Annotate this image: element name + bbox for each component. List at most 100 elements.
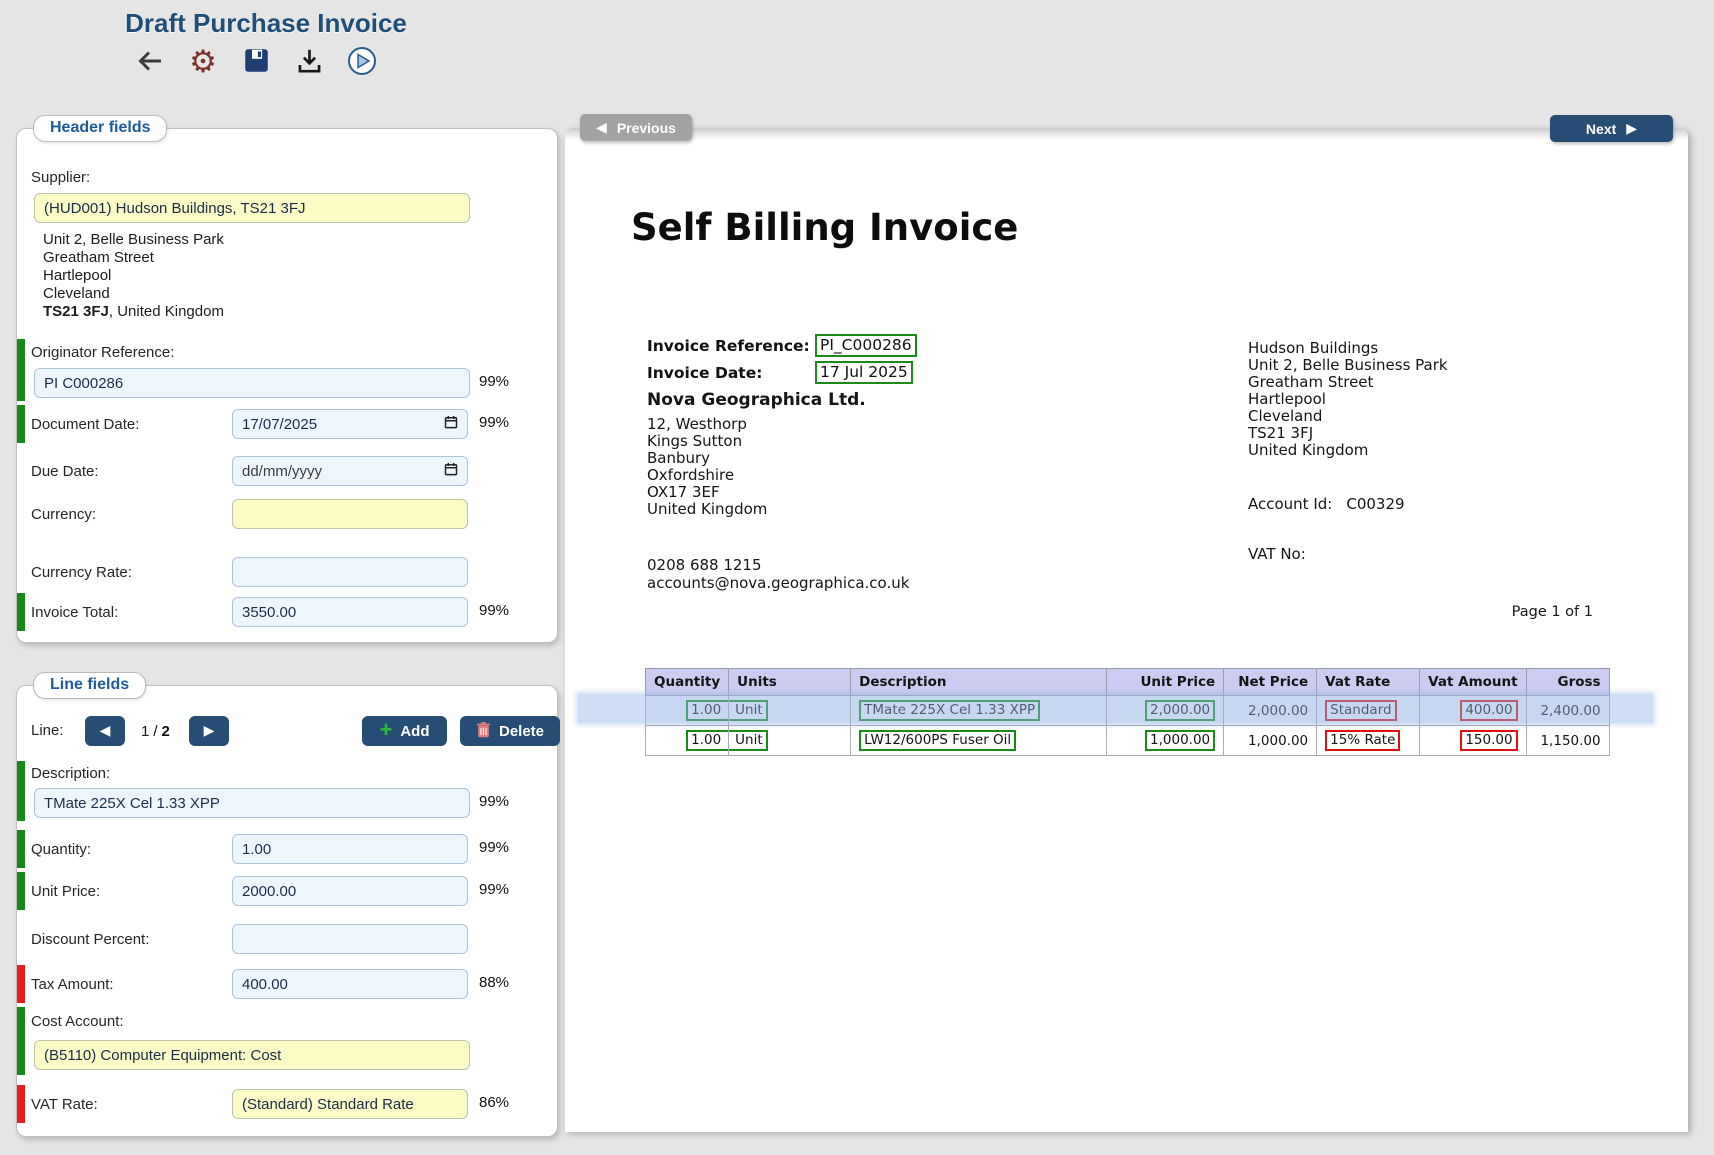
doc-table-header-quantity: Quantity [646, 669, 729, 696]
quantity-label: Quantity: [31, 830, 91, 868]
currency-label: Currency: [31, 495, 96, 533]
previous-page-button[interactable]: ◀ Previous [580, 114, 692, 141]
currency-input[interactable] [232, 499, 468, 529]
tax-amount-label: Tax Amount: [31, 965, 114, 1003]
doc-table-cell-vat_rate: Standard [1317, 696, 1420, 726]
description-input[interactable]: TMate 225X Cel 1.33 XPP [34, 788, 470, 818]
doc-table-row[interactable]: 1.00Unit TMate 225X Cel 1.33 XPP 2,000.00 2… [646, 696, 1610, 726]
ocr-box-red[interactable]: 150.00 [1460, 730, 1517, 751]
discount-percent-label: Discount Percent: [31, 920, 149, 958]
supplier-name: Nova Geographica Ltd. [647, 390, 866, 410]
ocr-box-green[interactable]: 1.00 [686, 700, 728, 721]
supplier-address: Unit 2, Belle Business Park Greatham Str… [43, 231, 224, 321]
ocr-box-green[interactable]: TMate 225X Cel 1.33 XPP [859, 700, 1040, 721]
cost-account-input[interactable]: (B5110) Computer Equipment: Cost [34, 1040, 470, 1070]
ocr-box-invoice-date[interactable]: 17 Jul 2025 [815, 361, 913, 384]
calendar-icon[interactable] [444, 415, 458, 433]
description-label: Description: [31, 765, 110, 782]
doc-table-cell-quantity: 1.00 [646, 726, 729, 756]
doc-table-header-unit_price: Unit Price [1107, 669, 1224, 696]
doc-table-cell-description: LW12/600PS Fuser Oil [851, 726, 1107, 756]
settings-gear-icon: ⚙ [189, 47, 217, 78]
header-fields-panel: Header fields Supplier: (HUD001) Hudson … [16, 128, 558, 643]
document-date-label: Document Date: [31, 405, 139, 443]
confidence-value: 99% [479, 881, 509, 898]
doc-table-header-vat_amount: Vat Amount [1420, 669, 1526, 696]
doc-table-header-description: Description [851, 669, 1107, 696]
next-page-button[interactable]: Next ▶ [1550, 115, 1673, 142]
doc-table-cell-gross: 2,400.00 [1526, 696, 1609, 726]
add-line-button[interactable]: + Add [362, 716, 447, 746]
status-bar [17, 830, 25, 868]
doc-table-row[interactable]: 1.00Unit LW12/600PS Fuser Oil 1,000.00 1,00… [646, 726, 1610, 756]
header-fields-legend: Header fields [33, 115, 167, 142]
ocr-box-red[interactable]: Standard [1325, 700, 1396, 721]
discount-percent-input[interactable] [232, 924, 468, 954]
field-currency-rate: Currency Rate: [17, 553, 556, 591]
status-bar [17, 872, 25, 910]
delete-line-button[interactable]: Delete [460, 716, 560, 746]
ocr-box-green[interactable]: LW12/600PS Fuser Oil [859, 730, 1016, 751]
document-viewer: Self Billing Invoice Invoice Reference: … [565, 128, 1688, 1132]
page-title: Draft Purchase Invoice [125, 8, 407, 38]
status-bar [17, 339, 25, 401]
doc-table-cell-quantity: 1.00 [646, 696, 729, 726]
tax-amount-input[interactable]: 400.00 [232, 969, 468, 999]
run-button[interactable] [346, 45, 378, 79]
next-line-button[interactable]: ▶ [189, 716, 229, 746]
ocr-box-red[interactable]: 400.00 [1460, 700, 1517, 721]
invoice-total-input[interactable]: 3550.00 [232, 597, 468, 627]
quantity-input[interactable]: 1.00 [232, 834, 468, 864]
settings-button[interactable]: ⚙ [187, 45, 219, 79]
account-id-row: Account Id:C00329 [1248, 495, 1405, 513]
confidence-value: 99% [479, 793, 509, 810]
back-icon [136, 48, 164, 77]
previous-line-button[interactable]: ◀ [85, 716, 125, 746]
ocr-box-green[interactable]: Unit [729, 730, 767, 751]
line-nav-row: Line: ◀ 1 / 2 ▶ + Add Delete [17, 716, 556, 748]
unit-price-input[interactable]: 2000.00 [232, 876, 468, 906]
ocr-box-green[interactable]: 1,000.00 [1145, 730, 1215, 751]
doc-table-header-net_price: Net Price [1224, 669, 1317, 696]
supplier-email: accounts@nova.geographica.co.uk [647, 574, 909, 592]
right-triangle-icon: ▶ [204, 724, 215, 738]
status-bar [17, 761, 25, 821]
trash-icon [476, 721, 491, 742]
ocr-box-red[interactable]: 15% Rate [1325, 730, 1400, 751]
currency-rate-input[interactable] [232, 557, 468, 587]
left-triangle-icon: ◀ [596, 121, 607, 135]
doc-table-cell-units: Unit [729, 726, 851, 756]
ocr-box-green[interactable]: 1.00 [686, 730, 728, 751]
supplier-input[interactable]: (HUD001) Hudson Buildings, TS21 3FJ [34, 193, 470, 223]
account-id-value: C00329 [1346, 495, 1404, 513]
save-button[interactable] [240, 45, 272, 79]
run-play-icon [347, 46, 377, 79]
ocr-box-green[interactable]: Unit [729, 700, 767, 721]
originator-reference-input[interactable]: PI C000286 [34, 368, 470, 398]
status-bar [17, 405, 25, 443]
doc-table-header-units: Units [729, 669, 851, 696]
confidence-value: 99% [479, 414, 509, 431]
unit-price-label: Unit Price: [31, 872, 100, 910]
back-button[interactable] [134, 45, 166, 79]
customer-address-block: Hudson Buildings Unit 2, Belle Business … [1248, 340, 1448, 459]
confidence-value: 88% [479, 974, 509, 991]
doc-table: QuantityUnitsDescriptionUnit PriceNet Pr… [645, 668, 1610, 756]
doc-table-cell-net_price: 1,000.00 [1224, 726, 1317, 756]
ocr-box-green[interactable]: 2,000.00 [1145, 700, 1215, 721]
currency-rate-label: Currency Rate: [31, 553, 132, 591]
doc-table-cell-vat_rate: 15% Rate [1317, 726, 1420, 756]
vat-rate-label: VAT Rate: [31, 1085, 98, 1123]
document-date-input[interactable]: 17/07/2025 [232, 409, 468, 439]
cost-account-label: Cost Account: [31, 1013, 124, 1030]
confidence-value: 86% [479, 1094, 509, 1111]
cell-value: 1,150.00 [1540, 733, 1600, 749]
ocr-box-invoice-reference[interactable]: PI_C000286 [815, 334, 917, 357]
document-title: Self Billing Invoice [631, 206, 1018, 249]
confidence-value: 99% [479, 602, 509, 619]
due-date-input[interactable]: dd/mm/yyyy [232, 456, 468, 486]
due-date-label: Due Date: [31, 452, 99, 490]
vat-rate-input[interactable]: (Standard) Standard Rate [232, 1089, 468, 1119]
download-button[interactable] [293, 45, 325, 79]
calendar-icon[interactable] [444, 462, 458, 480]
